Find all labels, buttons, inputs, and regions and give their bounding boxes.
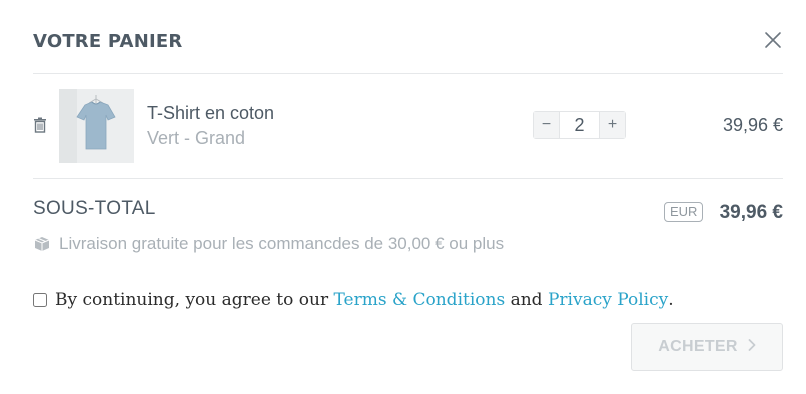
subtotal-value: 39,96 € bbox=[719, 202, 783, 223]
cart-header: VOTRE PANIER bbox=[33, 31, 783, 55]
terms-agreement: By continuing, you agree to our Terms & … bbox=[33, 290, 674, 310]
agreement-middle: and bbox=[505, 290, 548, 310]
buy-button-label: ACHETER bbox=[658, 338, 738, 355]
product-variant: Vert - Grand bbox=[147, 128, 246, 148]
divider bbox=[33, 178, 783, 179]
terms-link[interactable]: Terms & Conditions bbox=[334, 290, 506, 310]
trash-icon[interactable] bbox=[33, 117, 47, 133]
increase-quantity-button[interactable]: + bbox=[599, 112, 625, 138]
decrease-quantity-button[interactable]: − bbox=[534, 112, 560, 138]
agreement-suffix: . bbox=[668, 290, 674, 310]
line-price: 39,96 € bbox=[722, 115, 783, 135]
currency-badge: EUR bbox=[664, 202, 704, 222]
buy-button[interactable]: ACHETER bbox=[631, 323, 783, 371]
shipping-notice: Livraison gratuite pour les commancdes d… bbox=[33, 234, 504, 254]
chevron-right-icon bbox=[748, 338, 756, 356]
divider bbox=[33, 73, 783, 74]
product-name[interactable]: T-Shirt en coton bbox=[147, 103, 274, 124]
close-icon[interactable] bbox=[763, 30, 783, 50]
subtotal-label: SOUS-TOTAL bbox=[33, 198, 156, 219]
product-thumbnail[interactable] bbox=[59, 89, 134, 163]
shipping-text: Livraison gratuite pour les commancdes d… bbox=[59, 234, 505, 253]
agreement-prefix: By continuing, you agree to our bbox=[55, 290, 334, 310]
box-icon bbox=[33, 236, 51, 252]
privacy-link[interactable]: Privacy Policy bbox=[548, 290, 668, 310]
cart-item: T-Shirt en coton Vert - Grand − + 39,96 … bbox=[33, 89, 783, 163]
quantity-input[interactable] bbox=[560, 112, 599, 138]
quantity-stepper: − + bbox=[533, 111, 626, 139]
terms-checkbox[interactable] bbox=[33, 293, 47, 307]
cart-title: VOTRE PANIER bbox=[33, 31, 183, 52]
